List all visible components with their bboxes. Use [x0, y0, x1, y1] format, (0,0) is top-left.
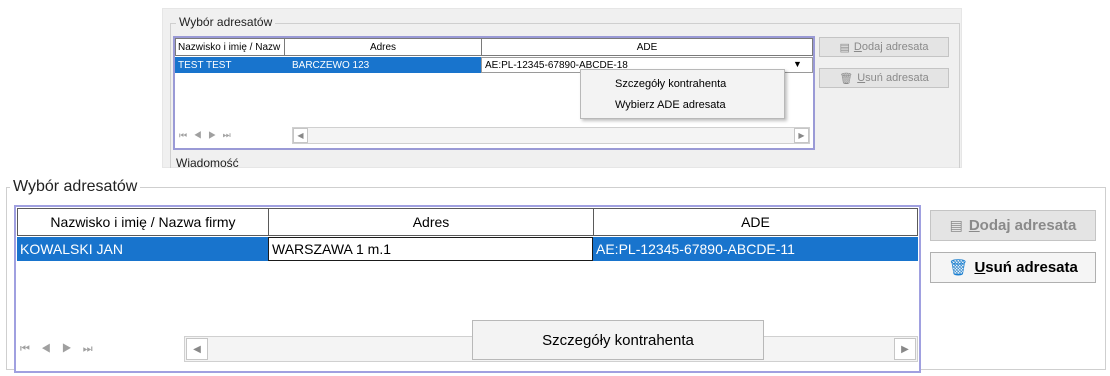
trash-icon: 🗑: [839, 72, 854, 85]
recipients-legend-large: Wybór adresatów: [10, 178, 141, 196]
scroll-left-icon[interactable]: ◀: [293, 128, 308, 143]
column-header-address[interactable]: Adres: [268, 208, 594, 236]
remove-recipient-button-small[interactable]: 🗑 Usuń adresata: [819, 68, 949, 88]
add-recipient-button-small[interactable]: ▤ Dodaj adresata: [819, 37, 949, 57]
table-row[interactable]: KOWALSKI JAN WARSZAWA 1 m.1 AE:PL-12345-…: [17, 237, 918, 261]
add-recipient-icon: ▤: [839, 41, 850, 54]
dropdown-arrow-icon[interactable]: ▼: [793, 59, 802, 69]
cell-ade[interactable]: AE:PL-12345-67890-ABCDE-11: [593, 237, 918, 261]
cell-address[interactable]: WARSZAWA 1 m.1: [268, 237, 593, 261]
recipients-legend-small: Wybór adresatów: [176, 15, 276, 29]
record-navigator-large[interactable]: ⏮ ◀ ▶ ⏭: [20, 343, 97, 356]
cell-address[interactable]: BARCZEWO 123: [284, 57, 481, 73]
record-navigator-small[interactable]: ⏮ ◀ ▶ ⏭: [179, 130, 233, 141]
scroll-left-icon[interactable]: ◀: [186, 338, 208, 360]
column-header-ade[interactable]: ADE: [593, 208, 918, 236]
message-legend: Wiadomość: [176, 156, 239, 168]
context-menu-large: Szczegóły kontrahenta: [472, 320, 764, 360]
column-header-ade[interactable]: ADE: [481, 38, 813, 56]
column-header-name[interactable]: Nazwisko i imię / Nazw: [175, 38, 285, 56]
trash-icon: 🗑: [948, 259, 969, 277]
menu-item-contractor-details[interactable]: Szczegóły kontrahenta: [615, 78, 726, 90]
grid-header-large: Nazwisko i imię / Nazwa firmy Adres ADE: [17, 208, 918, 236]
column-header-name[interactable]: Nazwisko i imię / Nazwa firmy: [17, 208, 269, 236]
add-recipient-button-large[interactable]: ▤ Dodaj adresata: [930, 210, 1096, 241]
menu-item-choose-ade[interactable]: Wybierz ADE adresata: [615, 99, 726, 111]
context-menu-small: Szczegóły kontrahenta Wybierz ADE adresa…: [580, 69, 785, 119]
remove-recipient-button-large[interactable]: 🗑 Usuń adresata: [930, 252, 1096, 283]
column-header-address[interactable]: Adres: [284, 38, 482, 56]
add-recipient-icon: ▤: [949, 217, 963, 233]
grid-header-small: Nazwisko i imię / Nazw Adres ADE: [175, 38, 813, 56]
scroll-right-icon[interactable]: ▶: [894, 338, 916, 360]
scroll-right-icon[interactable]: ▶: [794, 128, 809, 143]
cell-name[interactable]: TEST TEST: [175, 57, 284, 73]
cell-name[interactable]: KOWALSKI JAN: [17, 237, 268, 261]
menu-item-contractor-details[interactable]: Szczegóły kontrahenta: [542, 332, 694, 349]
horizontal-scrollbar-small[interactable]: ◀ ▶: [292, 127, 810, 144]
